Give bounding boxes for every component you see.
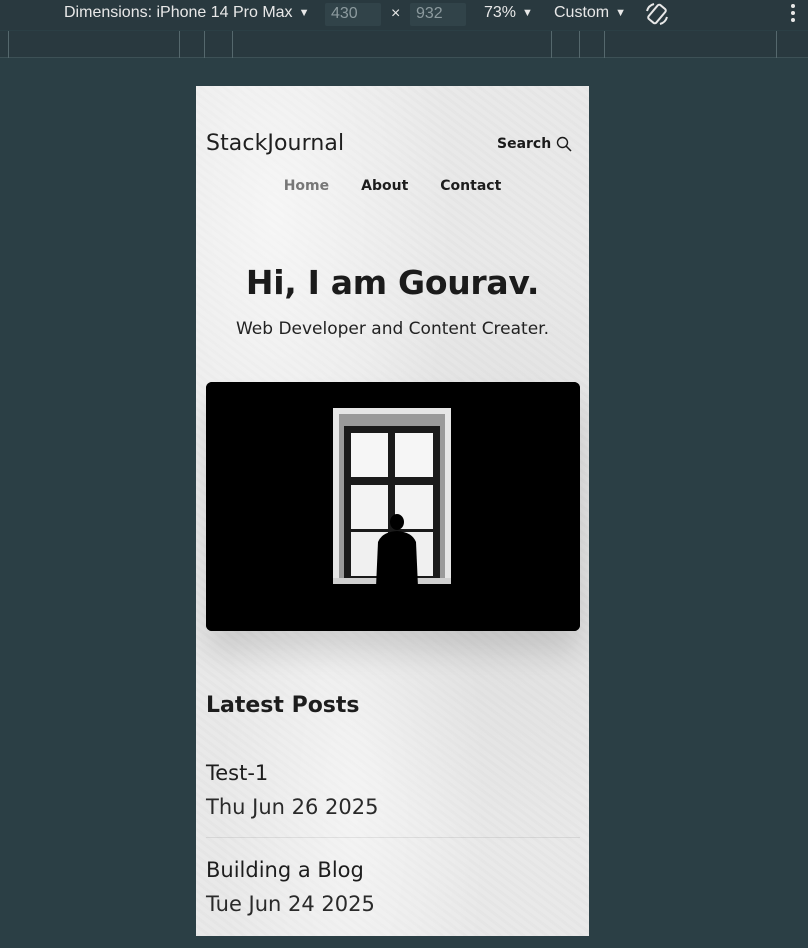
site-logo[interactable]: StackJournal [206, 131, 344, 156]
post-date: Tue Jun 24 2025 [206, 892, 375, 916]
post-item[interactable]: Test-1 Thu Jun 26 2025 [206, 756, 580, 824]
post-date: Thu Jun 26 2025 [206, 795, 379, 819]
height-input[interactable]: 932 [410, 3, 466, 26]
hero-subtitle: Web Developer and Content Creater. [235, 319, 550, 339]
more-options-icon[interactable] [789, 4, 797, 24]
device-select-label: Dimensions: iPhone 14 Pro Max [64, 4, 293, 21]
main-nav: Home About Contact [196, 178, 589, 194]
throttle-select[interactable]: Custom ▼ [554, 4, 626, 22]
device-toolbar: Dimensions: iPhone 14 Pro Max ▼ 430 × 93… [0, 0, 808, 30]
latest-posts-heading: Latest Posts [206, 693, 360, 718]
width-input[interactable]: 430 [325, 3, 381, 26]
throttle-label: Custom [554, 4, 610, 21]
rotate-icon[interactable] [644, 1, 670, 27]
zoom-select[interactable]: 73% ▼ [484, 4, 533, 22]
media-query-ruler [0, 31, 808, 58]
post-title[interactable]: Test-1 [206, 756, 580, 790]
search-icon [557, 136, 572, 152]
search-button[interactable]: Search [497, 136, 572, 152]
zoom-label: 73% [484, 4, 517, 21]
device-viewport: StackJournal Search Home About Contact H… [196, 86, 589, 936]
search-label: Search [497, 136, 552, 152]
hero-image [206, 382, 580, 631]
post-item[interactable]: Building a Blog Tue Jun 24 2025 [206, 853, 580, 921]
chevron-down-icon: ▼ [298, 7, 310, 19]
nav-home[interactable]: Home [284, 178, 329, 194]
chevron-down-icon: ▼ [615, 7, 627, 19]
hero-title: Hi, I am Gourav. [245, 263, 540, 302]
post-divider [206, 837, 580, 838]
dimension-separator: × [391, 5, 401, 22]
nav-contact[interactable]: Contact [440, 178, 501, 194]
post-title[interactable]: Building a Blog [206, 853, 580, 887]
nav-about[interactable]: About [361, 178, 408, 194]
chevron-down-icon: ▼ [522, 7, 533, 19]
device-select[interactable]: Dimensions: iPhone 14 Pro Max ▼ [64, 4, 309, 22]
